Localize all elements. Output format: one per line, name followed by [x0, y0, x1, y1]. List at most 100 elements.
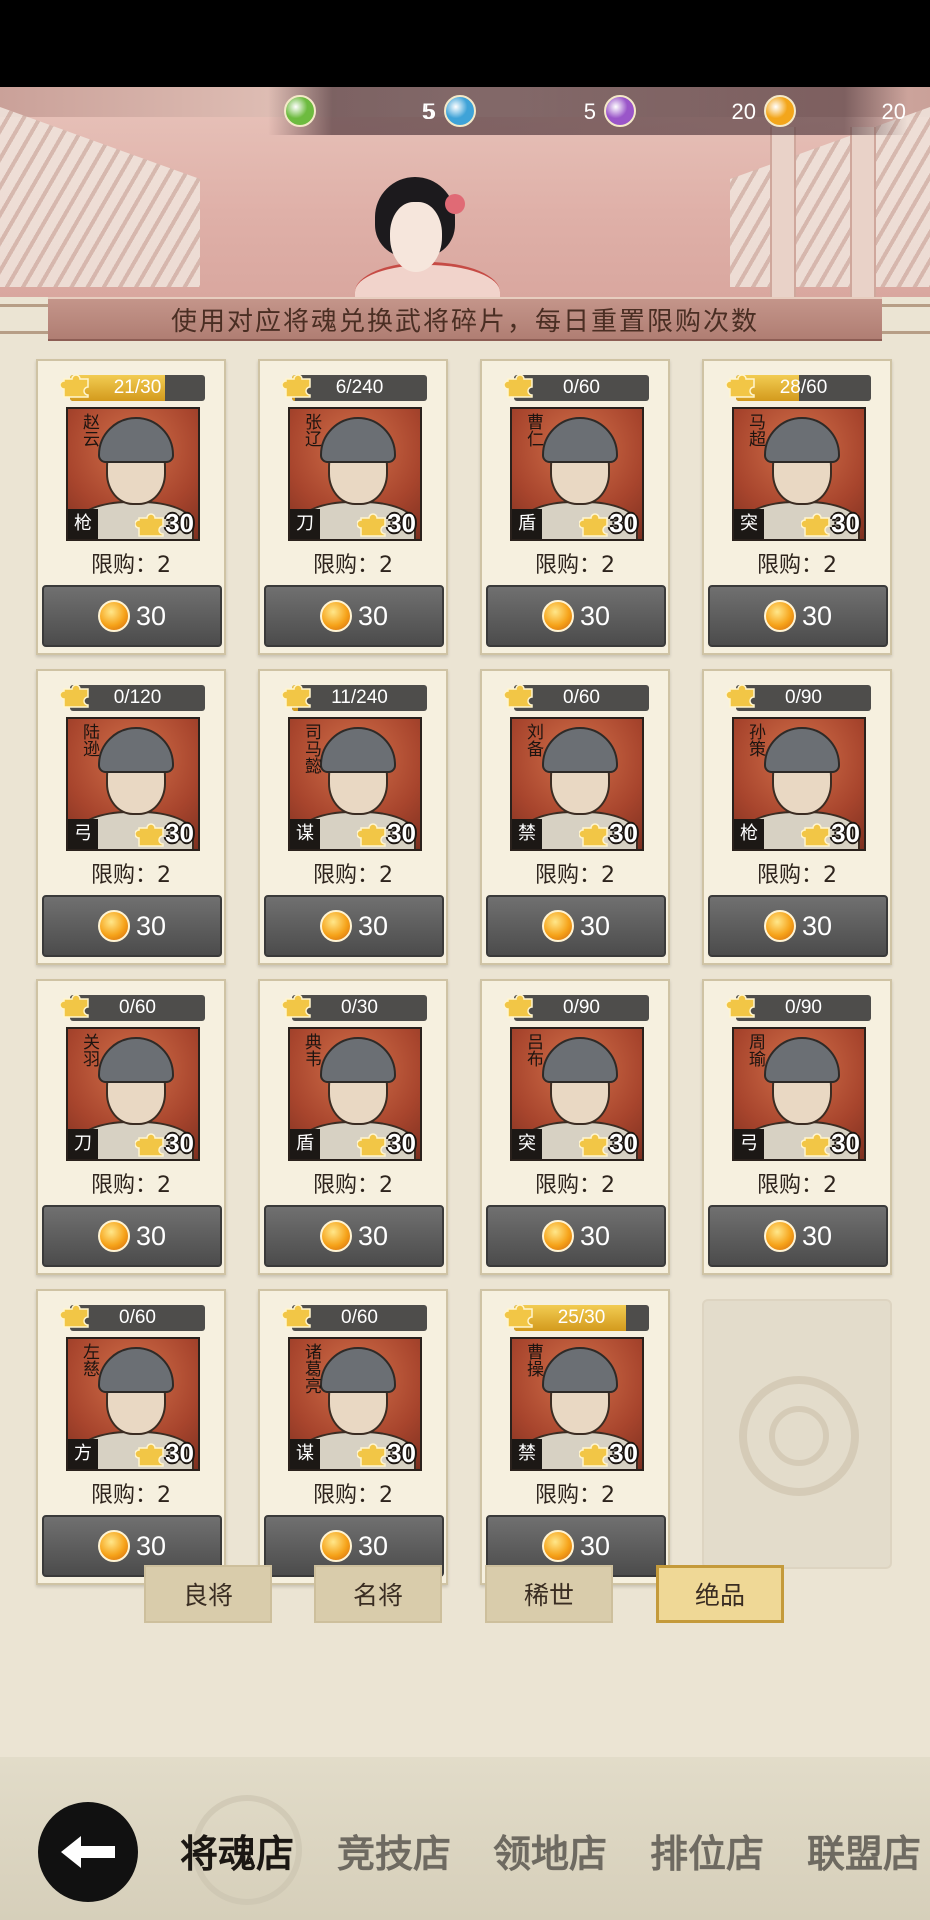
- gold-coin-icon: [541, 1530, 574, 1562]
- buy-button[interactable]: 30: [42, 585, 222, 647]
- general-portrait[interactable]: 马超 突 30: [732, 407, 866, 541]
- general-fragment-grid: 21/30 赵云 枪 30 限购：2 30 6/240 张辽 刀 30 限购：2…: [36, 359, 896, 1659]
- nav-soul-shop[interactable]: 将魂店: [180, 1823, 294, 1878]
- general-portrait[interactable]: 左慈 方 30: [66, 1337, 200, 1471]
- puzzle-piece-icon: [503, 989, 536, 1021]
- general-portrait[interactable]: 陆逊 弓 30: [66, 717, 200, 851]
- general-portrait[interactable]: 刘备 禁 30: [510, 717, 644, 851]
- buy-button[interactable]: 30: [486, 1205, 666, 1267]
- general-name: 吕布: [523, 1033, 543, 1067]
- puzzle-piece-icon: [578, 1438, 609, 1468]
- bundle-quantity: 30: [387, 507, 416, 538]
- shop-nav-bar: 将魂店 竞技店 领地店 排位店 联盟店: [0, 1757, 930, 1920]
- gold-coin-icon: [763, 910, 796, 942]
- nav-arena-shop[interactable]: 竞技店: [337, 1823, 451, 1878]
- general-portrait[interactable]: 司马懿 谋 30: [288, 717, 422, 851]
- buy-button[interactable]: 30: [264, 1205, 444, 1267]
- general-card[interactable]: 0/60 关羽 刀 30 限购：2 30: [36, 979, 226, 1275]
- notice-bar: 使用对应将魂兑换武将碎片，每日重置限购次数: [48, 297, 882, 341]
- tab-label: 稀世: [523, 1581, 574, 1610]
- bundle-quantity: 30: [831, 507, 860, 538]
- price: 30: [135, 600, 167, 631]
- buy-button[interactable]: 30: [708, 585, 888, 647]
- general-card[interactable]: 28/60 马超 突 30 限购：2 30: [702, 359, 892, 655]
- general-card[interactable]: 0/90 孙策 枪 30 限购：2 30: [702, 669, 892, 965]
- buy-button[interactable]: 30: [486, 585, 666, 647]
- notice-banner: 使用对应将魂兑换武将碎片，每日重置限购次数: [0, 294, 930, 344]
- buy-button[interactable]: 30: [264, 895, 444, 957]
- puzzle-piece-icon: [725, 679, 758, 711]
- general-card[interactable]: 0/60 左慈 方 30 限购：2 30: [36, 1289, 226, 1585]
- green-soul-orb-icon: [284, 95, 316, 127]
- unit-type-badge: 盾: [290, 1129, 320, 1159]
- general-name: 陆逊: [79, 723, 99, 757]
- unit-type-badge: 盾: [512, 509, 542, 539]
- general-card[interactable]: 0/60 刘备 禁 30 限购：2 30: [480, 669, 670, 965]
- bundle-quantity: 30: [609, 1127, 638, 1158]
- price: 30: [135, 910, 167, 941]
- puzzle-piece-icon: [356, 1128, 387, 1158]
- bundle-quantity: 30: [387, 1127, 416, 1158]
- puzzle-piece-icon: [134, 1438, 165, 1468]
- general-portrait[interactable]: 曹操 禁 30: [510, 1337, 644, 1471]
- bundle-quantity: 30: [165, 1437, 194, 1468]
- puzzle-piece-icon: [578, 508, 609, 538]
- general-portrait[interactable]: 张辽 刀 30: [288, 407, 422, 541]
- tab-mingjiang[interactable]: 名将: [314, 1565, 442, 1623]
- bundle-quantity: 30: [609, 507, 638, 538]
- buy-button[interactable]: 30: [42, 895, 222, 957]
- general-card[interactable]: 0/30 典韦 盾 30 限购：2 30: [258, 979, 448, 1275]
- general-portrait[interactable]: 曹仁 盾 30: [510, 407, 644, 541]
- puzzle-piece-icon: [59, 679, 92, 711]
- puzzle-piece-icon: [59, 369, 92, 401]
- bundle-quantity: 30: [165, 1127, 194, 1158]
- fragment-bundle-amount: 30: [134, 507, 194, 539]
- general-portrait[interactable]: 赵云 枪 30: [66, 407, 200, 541]
- buy-button[interactable]: 30: [486, 895, 666, 957]
- nav-alliance-shop[interactable]: 联盟店: [807, 1823, 921, 1878]
- general-card[interactable]: 6/240 张辽 刀 30 限购：2 30: [258, 359, 448, 655]
- fragment-bundle-amount: 30: [134, 1437, 194, 1469]
- nav-ranked-shop[interactable]: 排位店: [650, 1823, 764, 1878]
- general-card[interactable]: 11/240 司马懿 谋 30 限购：2 30: [258, 669, 448, 965]
- general-portrait[interactable]: 关羽 刀 30: [66, 1027, 200, 1161]
- nav-territory-shop[interactable]: 领地店: [493, 1823, 607, 1878]
- general-card[interactable]: 0/60 诸葛亮 谋 30 限购：2 30: [258, 1289, 448, 1585]
- purchase-limit: 限购：2: [535, 1483, 615, 1508]
- general-card[interactable]: 21/30 赵云 枪 30 限购：2 30: [36, 359, 226, 655]
- buy-button[interactable]: 30: [264, 585, 444, 647]
- general-portrait[interactable]: 孙策 枪 30: [732, 717, 866, 851]
- general-card[interactable]: 0/90 吕布 突 30 限购：2 30: [480, 979, 670, 1275]
- general-portrait[interactable]: 周瑜 弓 30: [732, 1027, 866, 1161]
- price: 30: [801, 910, 833, 941]
- price: 30: [357, 1220, 389, 1251]
- fragment-bundle-amount: 30: [134, 1127, 194, 1159]
- fragment-bundle-amount: 30: [356, 1437, 416, 1469]
- gold-coin-icon: [763, 1220, 796, 1252]
- price: 30: [579, 910, 611, 941]
- buy-button[interactable]: 30: [708, 895, 888, 957]
- fragment-bundle-amount: 30: [578, 1437, 638, 1469]
- general-card[interactable]: 0/120 陆逊 弓 30 限购：2 30: [36, 669, 226, 965]
- general-portrait[interactable]: 吕布 突 30: [510, 1027, 644, 1161]
- purchase-limit: 限购：2: [757, 863, 837, 888]
- general-name: 周瑜: [745, 1033, 765, 1067]
- general-card[interactable]: 25/30 曹操 禁 30 限购：2 30: [480, 1289, 670, 1585]
- general-card[interactable]: 0/60 曹仁 盾 30 限购：2 30: [480, 359, 670, 655]
- general-card[interactable]: 0/90 周瑜 弓 30 限购：2 30: [702, 979, 892, 1275]
- blue-soul-orb-icon: [444, 95, 476, 127]
- fragment-bundle-amount: 30: [578, 1127, 638, 1159]
- currency-blue-value: 5: [423, 99, 436, 124]
- tab-juepin[interactable]: 绝品: [656, 1565, 784, 1623]
- back-button[interactable]: [38, 1802, 138, 1902]
- general-portrait[interactable]: 典韦 盾 30: [288, 1027, 422, 1161]
- tab-xishi[interactable]: 稀世: [485, 1565, 613, 1623]
- buy-button[interactable]: 30: [708, 1205, 888, 1267]
- buy-button[interactable]: 30: [42, 1205, 222, 1267]
- unit-type-badge: 禁: [512, 819, 542, 849]
- unit-type-badge: 弓: [734, 1129, 764, 1159]
- general-portrait[interactable]: 诸葛亮 谋 30: [288, 1337, 422, 1471]
- tab-liangjiang[interactable]: 良将: [144, 1565, 272, 1623]
- gold-coin-icon: [319, 1220, 352, 1252]
- unit-type-badge: 谋: [290, 1439, 320, 1469]
